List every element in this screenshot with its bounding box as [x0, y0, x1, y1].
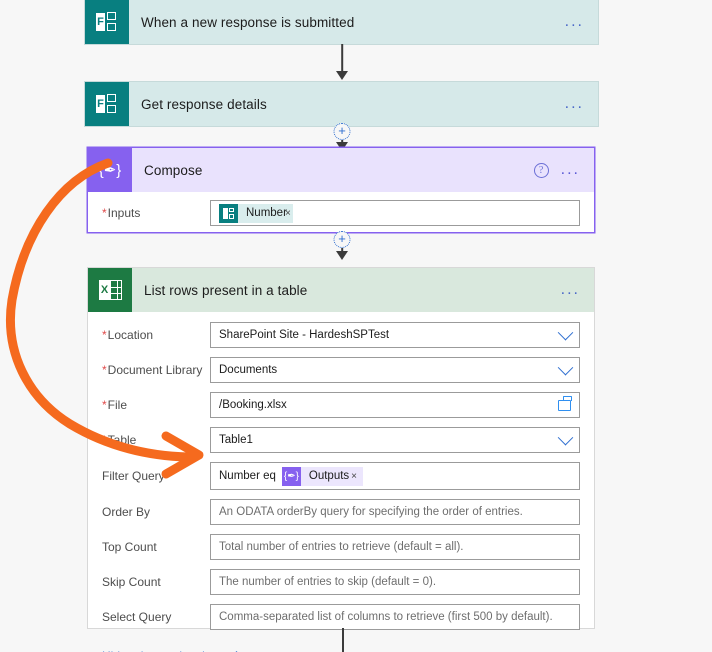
required-asterisk: *: [102, 398, 107, 412]
card-header-actions: ...: [565, 96, 598, 112]
flow-designer-canvas: F When a new response is submitted ... F…: [0, 0, 712, 652]
token-remove-icon[interactable]: ×: [351, 466, 364, 486]
skip-count-placeholder: The number of entries to skip (default =…: [219, 576, 437, 588]
flow-node-get-response-details[interactable]: F Get response details ...: [85, 82, 598, 126]
field-row-document-library: *Document Library Documents: [102, 357, 580, 383]
card-icon-slot: F: [85, 0, 129, 44]
connector-compose-to-list-rows: +: [312, 231, 372, 262]
card-icon-slot: X: [88, 268, 132, 312]
document-library-value: Documents: [219, 364, 278, 376]
flow-node-compose[interactable]: {✒} Compose ? ... *Inputs Number ×: [88, 148, 594, 232]
compose-expression-icon: {✒}: [281, 466, 301, 486]
excel-icon: X: [88, 268, 132, 312]
field-row-table: *Table Table1: [102, 427, 580, 453]
list-rows-fields: *Location SharePoint Site - HardeshSPTes…: [88, 312, 594, 643]
field-row-inputs: *Inputs Number ×: [102, 200, 580, 226]
field-label-inputs: *Inputs: [102, 206, 141, 220]
flow-node-trigger[interactable]: F When a new response is submitted ...: [85, 0, 598, 44]
field-row-top-count: Top Count Total number of entries to ret…: [102, 534, 580, 560]
hide-advanced-options-link[interactable]: Hide advanced options: [88, 643, 594, 652]
file-input[interactable]: /Booking.xlsx: [210, 392, 580, 418]
connector-trigger-to-get-response: [312, 44, 372, 82]
filter-query-input[interactable]: Number eq {✒} Outputs ×: [210, 462, 580, 490]
location-value: SharePoint Site - HardeshSPTest: [219, 329, 390, 341]
field-label-filter-query: Filter Query: [102, 469, 165, 483]
token-label: Outputs: [300, 466, 356, 486]
card-header-actions: ? ...: [533, 162, 594, 178]
token-remove-icon[interactable]: ×: [285, 208, 291, 219]
field-label-skip-count: Skip Count: [102, 575, 161, 589]
select-query-input[interactable]: Comma-separated list of columns to retri…: [210, 604, 580, 630]
field-label-table: *Table: [102, 433, 137, 447]
field-label-document-library: *Document Library: [102, 363, 203, 377]
help-icon[interactable]: ?: [533, 162, 549, 178]
order-by-input[interactable]: An ODATA orderBy query for specifying th…: [210, 499, 580, 525]
card-title: List rows present in a table: [144, 282, 308, 298]
card-header[interactable]: F When a new response is submitted ...: [85, 0, 598, 44]
file-value: /Booking.xlsx: [219, 399, 287, 411]
add-step-button[interactable]: +: [333, 231, 351, 248]
card-title: When a new response is submitted: [141, 14, 355, 30]
select-query-placeholder: Comma-separated list of columns to retri…: [219, 611, 553, 623]
required-asterisk: *: [102, 328, 107, 342]
field-label-top-count: Top Count: [102, 540, 157, 554]
more-options-icon[interactable]: ...: [565, 96, 584, 112]
dynamic-content-token-outputs[interactable]: {✒} Outputs: [281, 466, 356, 486]
microsoft-forms-icon: F: [85, 82, 129, 126]
document-library-dropdown[interactable]: Documents: [210, 357, 580, 383]
field-row-skip-count: Skip Count The number of entries to skip…: [102, 569, 580, 595]
card-icon-slot: F: [85, 82, 129, 126]
card-header-actions: ...: [561, 282, 594, 298]
field-label-select-query: Select Query: [102, 610, 172, 624]
required-asterisk: *: [102, 433, 107, 447]
card-icon-slot: {✒}: [88, 148, 132, 192]
field-label-location: *Location: [102, 328, 154, 342]
card-header[interactable]: X List rows present in a table ...: [88, 268, 594, 312]
field-label-file: *File: [102, 398, 128, 412]
field-row-order-by: Order By An ODATA orderBy query for spec…: [102, 499, 580, 525]
folder-picker-icon[interactable]: [558, 396, 572, 411]
field-label-order-by: Order By: [102, 505, 151, 519]
inputs-field[interactable]: Number ×: [210, 200, 580, 226]
more-options-icon[interactable]: ...: [565, 14, 584, 30]
microsoft-forms-icon: F: [85, 0, 129, 44]
compose-expression-icon: {✒}: [88, 148, 132, 192]
filter-query-text: Number eq: [219, 470, 276, 482]
location-dropdown[interactable]: SharePoint Site - HardeshSPTest: [210, 322, 580, 348]
card-header[interactable]: F Get response details ...: [85, 82, 598, 126]
more-options-icon[interactable]: ...: [561, 162, 580, 178]
order-by-placeholder: An ODATA orderBy query for specifying th…: [219, 506, 523, 518]
top-count-placeholder: Total number of entries to retrieve (def…: [219, 541, 464, 553]
required-asterisk: *: [102, 363, 107, 377]
chevron-down-icon[interactable]: [557, 359, 574, 375]
top-count-input[interactable]: Total number of entries to retrieve (def…: [210, 534, 580, 560]
microsoft-forms-icon: [219, 203, 238, 223]
table-value: Table1: [219, 434, 253, 446]
flow-node-list-rows-present-in-a-table[interactable]: X List rows present in a table ... *Loca…: [88, 268, 594, 652]
more-options-icon[interactable]: ...: [561, 282, 580, 298]
connector-line: [341, 44, 343, 72]
connector-line-tail: [342, 628, 344, 652]
chevron-down-icon[interactable]: [557, 429, 574, 445]
card-header-actions: ...: [565, 14, 598, 30]
card-header[interactable]: {✒} Compose ? ...: [88, 148, 594, 192]
field-row-filter-query: Filter Query Number eq {✒} Outputs ×: [102, 462, 580, 490]
field-row-file: *File /Booking.xlsx: [102, 392, 580, 418]
required-asterisk: *: [102, 206, 107, 220]
skip-count-input[interactable]: The number of entries to skip (default =…: [210, 569, 580, 595]
field-row-select-query: Select Query Comma-separated list of col…: [102, 604, 580, 630]
add-step-button[interactable]: +: [333, 123, 351, 140]
connector-arrowhead: [336, 251, 348, 260]
field-row-location: *Location SharePoint Site - HardeshSPTes…: [102, 322, 580, 348]
connector-arrowhead: [336, 71, 348, 80]
dynamic-content-token-number[interactable]: Number ×: [219, 203, 293, 223]
table-dropdown[interactable]: Table1: [210, 427, 580, 453]
card-title: Compose: [144, 162, 203, 178]
chevron-down-icon[interactable]: [557, 324, 574, 340]
card-title: Get response details: [141, 96, 267, 112]
